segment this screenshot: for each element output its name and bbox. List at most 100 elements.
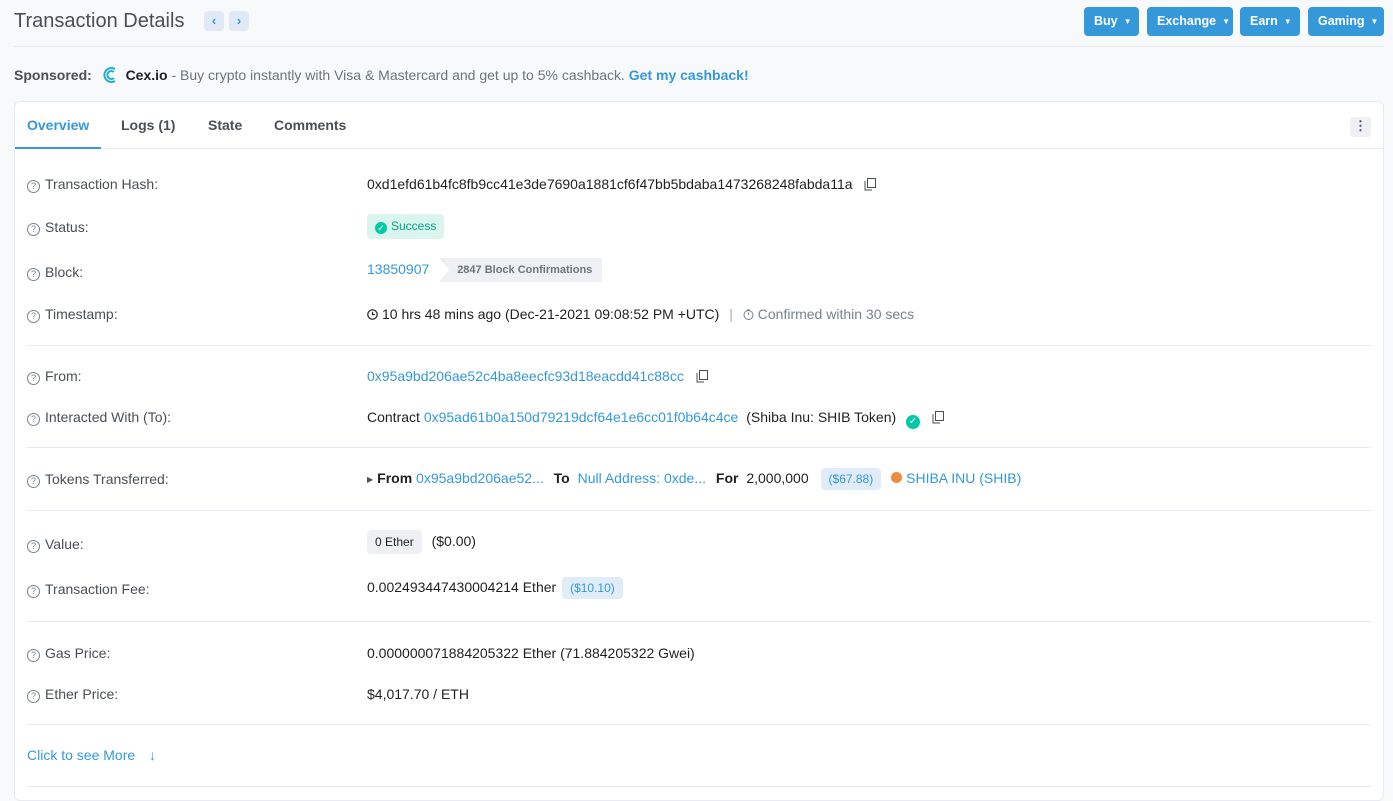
- status-label-text: Status:: [45, 219, 89, 235]
- help-icon[interactable]: ?: [27, 223, 40, 236]
- help-icon[interactable]: ?: [27, 649, 40, 662]
- block-value: 13850907 2847 Block Confirmations: [367, 258, 603, 282]
- contract-address-link[interactable]: 0x95ad61b0a150d79219dcf64e1e6cc01f0b64c4…: [424, 409, 739, 425]
- tab-comments[interactable]: Comments: [274, 117, 346, 133]
- help-icon[interactable]: ?: [27, 372, 40, 385]
- tab-overview[interactable]: Overview: [27, 117, 89, 133]
- value-label: ? Value:: [27, 536, 84, 553]
- separator: |: [729, 306, 733, 322]
- token-to-address-link[interactable]: Null Address: 0xde...: [578, 470, 706, 486]
- from-label-text: From:: [45, 368, 82, 384]
- fee-ether: 0.002493447430004214 Ether: [367, 579, 557, 595]
- help-icon[interactable]: ?: [27, 413, 40, 426]
- tab-logs[interactable]: Logs (1): [121, 117, 175, 133]
- sponsor-text: - Buy crypto instantly with Visa & Maste…: [171, 67, 625, 83]
- help-icon[interactable]: ?: [27, 475, 40, 488]
- chevron-left-icon[interactable]: ‹: [204, 11, 224, 31]
- interacted-with-value: Contract 0x95ad61b0a150d79219dcf64e1e6cc…: [367, 409, 944, 429]
- status-value: ✓ Success: [367, 214, 445, 239]
- token-usd-badge: ($67.88): [820, 468, 882, 490]
- caret-down-icon: ▼: [1123, 17, 1132, 26]
- copy-icon[interactable]: [864, 178, 877, 191]
- divider: [27, 724, 1371, 725]
- token-amount: 2,000,000: [746, 470, 809, 486]
- token-from-address-link[interactable]: 0x95a9bd206ae52...: [416, 470, 544, 486]
- divider: [27, 345, 1371, 346]
- help-icon[interactable]: ?: [27, 268, 40, 281]
- block-label-text: Block:: [45, 264, 84, 280]
- value-label-text: Value:: [45, 536, 84, 552]
- gaming-button[interactable]: Gaming ▼: [1308, 7, 1384, 36]
- see-more-link[interactable]: Click to see More ↓: [27, 747, 156, 763]
- contract-prefix: Contract: [367, 409, 420, 425]
- interacted-with-label: ? Interacted With (To):: [27, 409, 171, 426]
- transaction-fee-label: ? Transaction Fee:: [27, 581, 150, 598]
- sponsored-label: Sponsored:: [14, 67, 92, 83]
- ether-price-label: ? Ether Price:: [27, 686, 118, 703]
- ether-price-value: $4,017.70 / ETH: [367, 686, 469, 702]
- token-from-label: From: [377, 470, 413, 486]
- timestamp-text: 10 hrs 48 mins ago (Dec-21-2021 09:08:52…: [382, 306, 720, 322]
- help-icon[interactable]: ?: [27, 180, 40, 193]
- copy-icon[interactable]: [696, 370, 708, 383]
- tx-hash-label: ? Transaction Hash:: [27, 176, 158, 193]
- from-address-link[interactable]: 0x95a9bd206ae52c4ba8eecfc93d18eacdd41c88…: [367, 368, 684, 384]
- stopwatch-icon: [743, 309, 754, 320]
- from-value: 0x95a9bd206ae52c4ba8eecfc93d18eacdd41c88…: [367, 368, 708, 384]
- sponsor-cta-link[interactable]: Get my cashback!: [629, 67, 749, 83]
- from-label: ? From:: [27, 368, 82, 385]
- sponsored-banner: Sponsored: Cex.io - Buy crypto instantly…: [14, 66, 749, 84]
- chevron-right-icon[interactable]: ›: [229, 11, 249, 31]
- status-badge: ✓ Success: [367, 214, 445, 239]
- token-to-label: To: [553, 470, 570, 486]
- gas-price-value: 0.000000071884205322 Ether (71.884205322…: [367, 645, 695, 661]
- block-label: ? Block:: [27, 264, 83, 281]
- tokens-transferred-label-text: Tokens Transferred:: [45, 471, 169, 487]
- shiba-token-icon: [891, 472, 903, 483]
- help-icon[interactable]: ?: [27, 585, 40, 598]
- caret-down-icon: ▼: [1283, 17, 1292, 26]
- tab-bar: Overview Logs (1) State Comments ⋮: [15, 102, 1383, 149]
- gas-price-label-text: Gas Price:: [45, 645, 111, 661]
- arrow-down-icon: ↓: [149, 747, 157, 763]
- help-icon[interactable]: ?: [27, 690, 40, 703]
- help-icon[interactable]: ?: [27, 540, 40, 553]
- check-circle-icon: ✓: [375, 222, 387, 234]
- confirmed-within-text: Confirmed within 30 secs: [757, 306, 915, 322]
- caret-down-icon: ▼: [1222, 17, 1230, 26]
- sponsor-brand-link[interactable]: Cex.io: [126, 67, 168, 83]
- page-header: Transaction Details ‹ › Buy ▼ Exchange ▼ E…: [14, 7, 1384, 47]
- fee-usd-badge: ($10.10): [562, 577, 623, 599]
- timestamp-label: ? Timestamp:: [27, 306, 118, 323]
- ether-value-badge: 0 Ether: [367, 530, 422, 554]
- transaction-card: Overview Logs (1) State Comments ⋮ ? Tran…: [14, 101, 1384, 801]
- token-name-link[interactable]: SHIBA INU (SHIB): [906, 470, 1021, 486]
- block-number-link[interactable]: 13850907: [367, 261, 429, 277]
- block-confirmations-badge: 2847 Block Confirmations: [439, 258, 603, 282]
- status-badge-text: Success: [391, 219, 437, 233]
- buy-button-label: Buy: [1094, 14, 1118, 28]
- tx-hash-value: 0xd1efd61b4fc8fb9cc41e3de7690a1881cf6f47…: [367, 176, 877, 192]
- tx-hash-label-text: Transaction Hash:: [45, 176, 159, 192]
- cex-logo-icon: [103, 67, 116, 83]
- exchange-button[interactable]: Exchange ▼: [1147, 7, 1233, 36]
- exchange-button-label: Exchange: [1157, 14, 1217, 28]
- divider: [27, 510, 1371, 511]
- more-options-button[interactable]: ⋮: [1350, 117, 1371, 137]
- divider: [27, 621, 1371, 622]
- gas-price-label: ? Gas Price:: [27, 645, 110, 662]
- copy-icon[interactable]: [932, 411, 944, 424]
- tab-state[interactable]: State: [208, 117, 242, 133]
- timestamp-value: 10 hrs 48 mins ago (Dec-21-2021 09:08:52…: [367, 306, 914, 322]
- clock-icon: [367, 309, 378, 320]
- earn-button[interactable]: Earn ▼: [1240, 7, 1300, 36]
- ether-price-label-text: Ether Price:: [45, 686, 119, 702]
- caret-right-icon[interactable]: ▶: [367, 475, 373, 484]
- divider: [27, 447, 1371, 448]
- buy-button[interactable]: Buy ▼: [1084, 7, 1139, 36]
- help-icon[interactable]: ?: [27, 310, 40, 323]
- tokens-transferred-value: ▶ From 0x95a9bd206ae52... To Null Address…: [367, 468, 1021, 490]
- verified-check-icon: ✓: [906, 415, 921, 429]
- transaction-fee-value: 0.002493447430004214 Ether ($10.10): [367, 577, 623, 599]
- tx-hash-text: 0xd1efd61b4fc8fb9cc41e3de7690a1881cf6f47…: [367, 176, 853, 192]
